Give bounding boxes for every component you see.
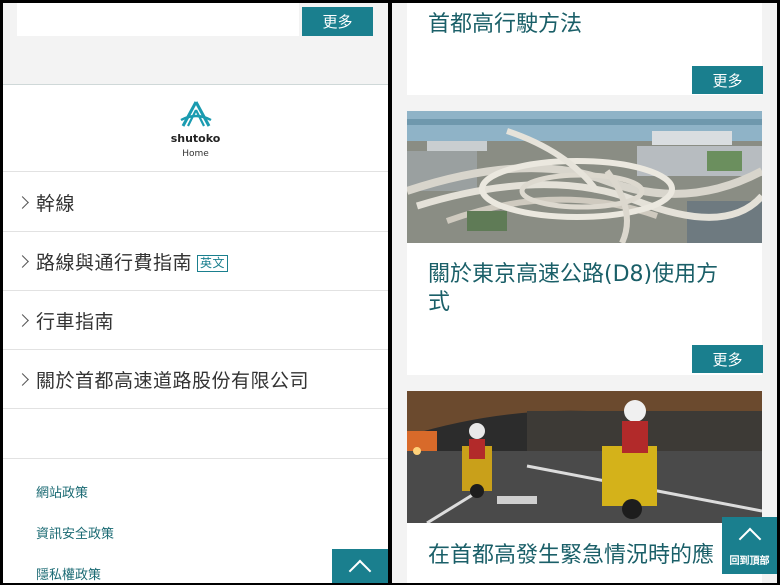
footer-link-privacy-policy[interactable]: 隱私權政策 (36, 564, 101, 583)
chevron-right-icon (16, 313, 29, 327)
nav-item-label-text: 路線與通行費指南 (36, 251, 193, 274)
nav-item-mainline[interactable]: 幹線 (3, 173, 388, 232)
more-button[interactable]: 更多 (302, 7, 373, 36)
english-badge: 英文 (197, 254, 229, 272)
footer-link-security-policy[interactable]: 資訊安全政策 (36, 523, 114, 542)
more-button[interactable]: 更多 (692, 66, 763, 94)
highway-junction-photo[interactable] (407, 111, 762, 243)
article-title[interactable]: 首都高行駛方法 (428, 11, 582, 39)
nav-item-about-company[interactable]: 關於首都高速道路股份有限公司 (3, 350, 388, 409)
nav-item-label: 路線與通行費指南 英文 (36, 248, 229, 275)
article-title-line: 關於東京高速公路(D8)使用方 (428, 262, 719, 287)
left-panel: 更多 shutoko Home 幹線 路線與通行費指南 英文 行車指南 關於首都高… (3, 3, 388, 583)
back-to-top-button[interactable] (332, 549, 388, 583)
chevron-right-icon (16, 254, 29, 268)
tunnel-motorcycle-patrol-photo[interactable] (407, 391, 762, 523)
nav-item-label: 幹線 (36, 192, 76, 215)
shutoko-logo-icon (180, 101, 212, 127)
article-card[interactable]: 首都高行駛方法 更多 (407, 3, 763, 95)
back-to-top-label: 回到頂部 (729, 556, 770, 567)
chevron-right-icon (16, 372, 29, 386)
article-title-line: 式 (428, 290, 451, 315)
logo-brand-text: shutoko (170, 132, 221, 145)
chevron-up-icon (348, 559, 372, 583)
footer-link-site-policy[interactable]: 網站政策 (36, 482, 88, 501)
article-title[interactable]: 關於東京高速公路(D8)使用方 式 (428, 261, 718, 317)
nav-item-routes-tolls[interactable]: 路線與通行費指南 英文 (3, 232, 388, 291)
article-card[interactable]: 關於東京高速公路(D8)使用方 式 更多 (407, 111, 763, 375)
chevron-right-icon (16, 195, 29, 209)
right-panel: 首都高行駛方法 更多 關於東京高速公路(D8)使用方 式 更多 在首都高發生緊急… (392, 3, 777, 583)
nav-item-driving-guide[interactable]: 行車指南 (3, 291, 388, 350)
top-card (17, 3, 299, 36)
site-logo-home-link[interactable]: shutoko Home (3, 86, 388, 172)
back-to-top-button[interactable]: 回到頂部 (722, 517, 777, 574)
more-button[interactable]: 更多 (692, 345, 763, 373)
chevron-up-icon (738, 527, 762, 551)
logo-home-label: Home (182, 149, 209, 159)
article-card[interactable]: 在首都高發生緊急情況時的應 (407, 391, 762, 583)
nav-item-label: 關於首都高速道路股份有限公司 (36, 369, 310, 392)
top-card-area: 更多 (3, 3, 388, 85)
article-title[interactable]: 在首都高發生緊急情況時的應 (428, 542, 714, 570)
footer-links: 網站政策 資訊安全政策 隱私權政策 (3, 458, 388, 583)
nav-item-label: 行車指南 (36, 310, 115, 333)
